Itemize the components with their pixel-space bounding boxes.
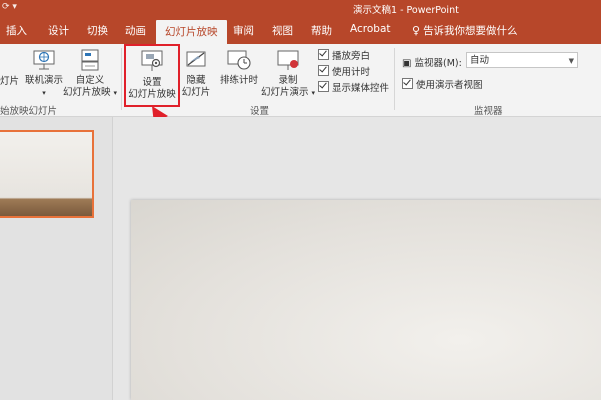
monitor-label: ▣ 监视器(M): — [402, 55, 462, 69]
ribbon-tab-bar: 插入 设计 切换 动画 幻灯片放映 审阅 视图 帮助 Acrobat ♀ 告诉我你… — [0, 17, 601, 44]
use-presenter-view-checkbox[interactable]: 使用演示者视图 — [402, 78, 483, 92]
tab-animations[interactable]: 动画 — [125, 23, 146, 38]
group-separator — [394, 48, 395, 110]
group-separator — [121, 48, 122, 110]
tab-help[interactable]: 帮助 — [311, 23, 332, 38]
tab-design[interactable]: 设计 — [48, 23, 69, 38]
play-narrations-checkbox[interactable]: 播放旁白 — [318, 49, 370, 63]
rehearse-timings-button[interactable]: 排练计时 — [216, 48, 262, 87]
monitor-label-text: 监视器(M): — [414, 58, 462, 69]
record-slide-show-icon — [277, 50, 299, 70]
tab-insert[interactable]: 插入 — [6, 23, 27, 38]
monitor-select-value: 自动 — [470, 55, 490, 66]
checkbox-checked-icon — [402, 78, 413, 89]
play-narrations-label: 播放旁白 — [332, 51, 371, 62]
custom-slide-show-label-1: 自定义 — [75, 75, 105, 86]
quick-access-toolbar[interactable]: ⟳ ▾ — [2, 2, 17, 12]
use-timings-checkbox[interactable]: 使用计时 — [318, 65, 370, 79]
slide-thumbnail[interactable] — [0, 130, 94, 218]
start-slide-show-group-label: 始放映幻灯片 — [0, 106, 58, 117]
show-media-controls-checkbox[interactable]: 显示媒体控件 — [318, 81, 389, 95]
rehearse-timings-icon — [227, 50, 251, 70]
present-online-button[interactable]: 联机演示 ▾ — [22, 48, 66, 99]
checkbox-checked-icon — [318, 65, 329, 76]
tab-slide-show[interactable]: 幻灯片放映 — [156, 20, 227, 44]
checkbox-checked-icon — [318, 81, 329, 92]
dropdown-arrow-icon: ▾ — [42, 89, 46, 97]
tab-acrobat[interactable]: Acrobat — [350, 23, 391, 35]
tab-transitions[interactable]: 切换 — [87, 23, 108, 38]
monitor-group-label: 监视器 — [474, 106, 503, 117]
monitor-select[interactable]: 自动 ▼ — [466, 52, 578, 68]
present-online-label: 联机演示 — [24, 75, 63, 86]
custom-slide-show-icon — [81, 49, 99, 71]
monitor-icon: ▣ — [402, 58, 412, 69]
window-title: 演示文稿1 - PowerPoint — [353, 5, 459, 16]
checkbox-checked-icon — [318, 49, 329, 60]
record-slide-show-button[interactable]: 录制 幻灯片演示 ▾ — [260, 48, 316, 99]
tell-me-text: 告诉我你想要做什么 — [423, 25, 518, 37]
hide-slide-button[interactable]: 隐藏 幻灯片 — [178, 48, 214, 99]
tab-review[interactable]: 审阅 — [233, 23, 254, 38]
slide-canvas[interactable] — [131, 200, 601, 400]
custom-slide-show-label-2: 幻灯片放映 — [62, 87, 111, 98]
lightbulb-icon: ♀ — [412, 24, 421, 37]
rehearse-timings-label: 排练计时 — [219, 75, 258, 86]
tell-me-search[interactable]: ♀ 告诉我你想要做什么 — [412, 23, 518, 38]
highlight-box — [124, 44, 180, 107]
from-current-slide-label: 灯片 — [0, 76, 20, 87]
tab-view[interactable]: 视图 — [272, 23, 293, 38]
from-current-slide-button[interactable]: 灯片 — [0, 76, 19, 88]
hide-slide-icon — [186, 51, 206, 67]
custom-slide-show-button[interactable]: 自定义 幻灯片放映 ▾ — [62, 48, 118, 99]
record-slide-show-label-2: 幻灯片演示 — [260, 87, 309, 98]
title-bar: ⟳ ▾ 演示文稿1 - PowerPoint — [0, 0, 601, 17]
dropdown-arrow-icon: ▾ — [113, 89, 118, 97]
show-media-controls-label: 显示媒体控件 — [332, 83, 390, 94]
dropdown-arrow-icon: ▾ — [311, 89, 316, 97]
ribbon: 灯片 联机演示 ▾ 自定义 幻灯片放映 ▾ 始放映幻灯片 设置 幻灯片放映 隐藏… — [0, 44, 601, 117]
chevron-down-icon: ▼ — [568, 57, 574, 65]
hide-slide-label-1: 隐藏 — [186, 75, 206, 86]
setup-group-label: 设置 — [250, 106, 270, 117]
hide-slide-label-2: 幻灯片 — [181, 87, 211, 98]
record-slide-show-label-1: 录制 — [278, 75, 298, 86]
use-timings-label: 使用计时 — [332, 67, 371, 78]
present-online-icon — [33, 50, 55, 70]
use-presenter-view-label: 使用演示者视图 — [416, 80, 483, 91]
